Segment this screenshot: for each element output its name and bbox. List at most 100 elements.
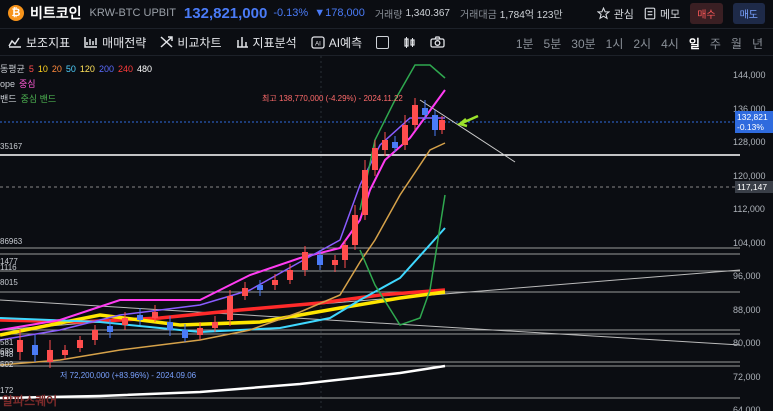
- candle-body: [352, 215, 358, 245]
- screenshot-button[interactable]: [430, 36, 445, 48]
- y-tick-label: 120,000: [733, 170, 766, 181]
- change-percent: -0.13%: [273, 7, 309, 19]
- chart-legend: 동평균 5 10 20 50 120 200 240 480 ope 중심 밴드 중심 밴드: [0, 62, 152, 107]
- strategy-icon: [84, 37, 98, 48]
- interval-1[interactable]: 5분: [544, 35, 562, 52]
- chart-toolbar: 보조지표 매매전략 비교차트 지표분석 AI AI예측 1분 5분 30분 1시 2시 4…: [0, 28, 773, 56]
- favorite-button[interactable]: 관심: [596, 6, 634, 22]
- bitcoin-icon: ₿: [8, 5, 24, 21]
- ma-period-50[interactable]: 50: [66, 62, 76, 77]
- candle-body: [257, 285, 263, 290]
- memo-button[interactable]: 메모: [644, 6, 680, 22]
- strategy-button[interactable]: 매매전략: [84, 34, 146, 51]
- hline-label: 948: [0, 350, 14, 359]
- y-tick-label: 96,000: [733, 271, 761, 281]
- interval-0[interactable]: 1분: [516, 35, 534, 52]
- hline-label: 1116: [0, 263, 17, 272]
- interval-8[interactable]: 월: [731, 35, 742, 52]
- candle-body: [422, 108, 428, 115]
- y-tick-label: 80,000: [733, 338, 761, 348]
- band-label: 중심 밴드: [20, 94, 57, 104]
- y-tick-label: 128,000: [733, 137, 766, 147]
- price-chart[interactable]: [0, 56, 773, 411]
- candle-body: [242, 288, 248, 296]
- ma-period-480[interactable]: 480: [137, 62, 152, 77]
- candle-body: [302, 252, 308, 270]
- ma-period-240[interactable]: 240: [118, 62, 133, 77]
- candle-body: [92, 330, 98, 340]
- y-tick-label: 104,000: [733, 237, 766, 248]
- trend-line: [419, 99, 516, 163]
- ma-legend: 동평균 5 10 20 50 120 200 240 480: [0, 62, 152, 77]
- ma-period-10[interactable]: 10: [38, 62, 48, 77]
- candle-body: [227, 296, 233, 320]
- indicator-button[interactable]: 보조지표: [8, 34, 70, 51]
- current-price-tag: 132,821 -0.13%: [735, 111, 773, 133]
- candle-body: [332, 260, 338, 265]
- watermark: 알파스퀘어: [2, 394, 58, 408]
- ma-period-200[interactable]: 200: [99, 62, 114, 77]
- coin-name[interactable]: 비트코인: [30, 3, 82, 23]
- sell-button[interactable]: 매도: [732, 3, 765, 24]
- y-tick-label: 88,000: [733, 304, 761, 315]
- interval-3[interactable]: 1시: [606, 35, 624, 52]
- candle-body: [47, 350, 53, 362]
- envelope-legend: ope 중심: [0, 77, 152, 92]
- strategy-label: 매매전략: [102, 35, 147, 50]
- ma-prefix: 동평균: [0, 64, 25, 74]
- candle-body: [32, 345, 38, 355]
- volume-label: 거래량: [374, 9, 403, 21]
- header-bar: ₿ 비트코인 KRW-BTC UPBIT 132,821,000 -0.13% …: [0, 0, 773, 26]
- memo-label: 메모: [659, 8, 681, 21]
- buy-button[interactable]: 매수: [690, 3, 723, 24]
- ma-50-line: [0, 227, 446, 334]
- band-lower: [359, 194, 446, 326]
- hline-label: 86963: [0, 237, 23, 246]
- candle-body: [439, 120, 445, 130]
- candle-body: [62, 350, 68, 355]
- ai-label: AI예측: [328, 35, 363, 50]
- indicator-icon: [8, 37, 21, 48]
- ai-icon: AI: [311, 35, 325, 49]
- level-price-tag: 117,147: [735, 181, 773, 193]
- interval-2[interactable]: 30분: [571, 35, 595, 52]
- amount-value: 1,784억 123만: [499, 9, 563, 21]
- analysis-label: 지표분석: [252, 35, 297, 50]
- ma-period-5[interactable]: 5: [29, 62, 34, 77]
- memo-icon: [644, 7, 656, 20]
- hline-label: 35167: [0, 142, 23, 151]
- candle-body: [412, 105, 418, 125]
- analysis-button[interactable]: 지표분석: [236, 34, 297, 51]
- current-price: 132,821,000: [183, 4, 268, 22]
- candle-body: [122, 318, 128, 325]
- y-tick-label: 72,000: [733, 371, 761, 382]
- interval-7[interactable]: 주: [710, 35, 721, 52]
- candle-body: [107, 326, 113, 332]
- envelope-prefix: ope: [0, 79, 16, 89]
- ma-period-20[interactable]: 20: [52, 62, 62, 77]
- svg-text:AI: AI: [315, 41, 321, 47]
- candle-body: [77, 340, 83, 348]
- candle-body: [182, 330, 188, 338]
- square-tool-icon[interactable]: [376, 35, 390, 49]
- candle-body: [197, 328, 203, 335]
- candle-body: [402, 125, 408, 145]
- candle-body: [167, 322, 173, 330]
- interval-9[interactable]: 년: [752, 35, 763, 52]
- candle-body: [317, 255, 323, 265]
- arrow-annotation: [456, 114, 479, 128]
- candle-type-button[interactable]: [403, 36, 416, 49]
- candle-body: [342, 245, 348, 260]
- camera-icon: [430, 36, 445, 48]
- candlestick-icon: [404, 36, 415, 48]
- interval-5[interactable]: 4시: [661, 35, 679, 52]
- amount-label: 거래대금: [459, 9, 497, 21]
- candle-body: [372, 148, 378, 170]
- band-prefix: 밴드: [0, 94, 17, 104]
- compare-button[interactable]: 비교차트: [160, 34, 222, 51]
- y-tick-label: 112,000: [733, 204, 765, 214]
- ai-predict-button[interactable]: AI AI예측: [311, 34, 362, 51]
- interval-4[interactable]: 2시: [633, 35, 651, 52]
- ma-period-120[interactable]: 120: [80, 62, 95, 77]
- interval-6[interactable]: 일: [689, 35, 700, 52]
